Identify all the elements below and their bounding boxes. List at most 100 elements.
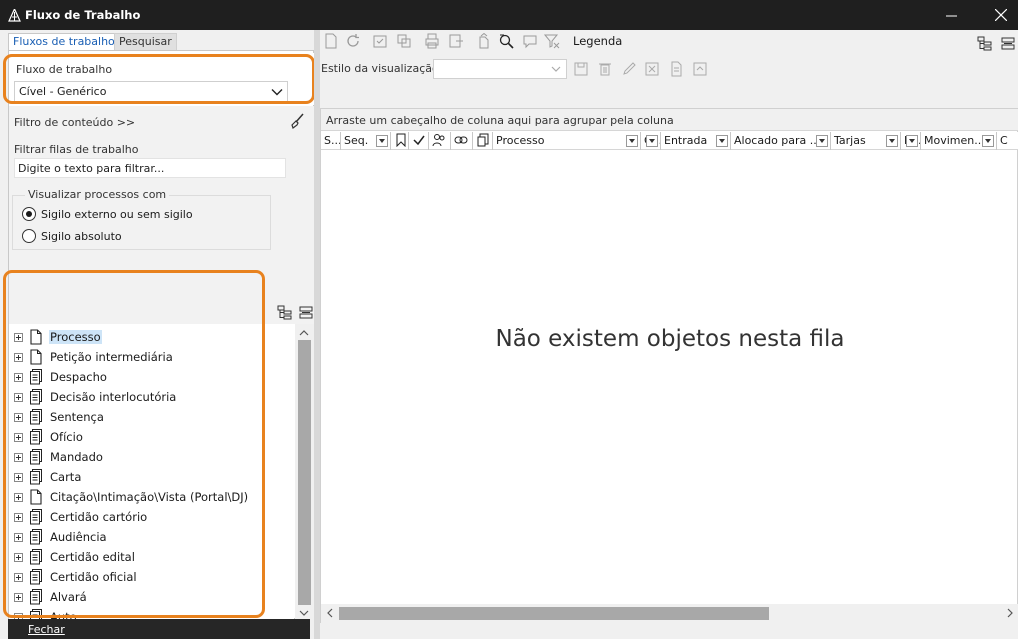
tree-item[interactable]: Alvará [9, 587, 294, 607]
tree-item[interactable]: Sentença [9, 407, 294, 427]
column-filter-dropdown-icon[interactable] [646, 135, 658, 147]
radio-sigilo-absoluto[interactable]: Sigilo absoluto [22, 229, 122, 243]
estilo-dropdown[interactable] [433, 59, 567, 79]
expand-plus-icon[interactable] [14, 453, 23, 462]
column-header[interactable]: Entrada [661, 132, 731, 150]
column-header[interactable] [391, 132, 409, 150]
tree-view-icon[interactable] [277, 305, 293, 321]
column-header[interactable] [409, 132, 429, 150]
expand-plus-icon[interactable] [14, 413, 23, 422]
filter-clear-icon[interactable] [544, 33, 560, 49]
horizontal-scrollbar[interactable] [321, 604, 1018, 623]
tree-item-label: Decisão interlocutória [50, 390, 177, 404]
restore-view-icon[interactable] [692, 61, 708, 77]
expand-plus-icon[interactable] [14, 553, 23, 562]
tree-item[interactable]: Mandado [9, 447, 294, 467]
column-filter-dropdown-icon[interactable] [716, 135, 728, 147]
comment-icon[interactable] [522, 33, 538, 49]
tree-item[interactable]: Certidão oficial [9, 567, 294, 587]
minimize-button[interactable] [928, 0, 974, 30]
column-header[interactable]: Processo [493, 132, 641, 150]
column-header[interactable] [429, 132, 451, 150]
workflow-tree: Processo Petição intermediária Despacho Dec… [9, 324, 294, 620]
radio-button[interactable] [22, 229, 36, 243]
list-view-icon[interactable] [298, 305, 314, 321]
legenda-button[interactable]: Legenda [573, 34, 622, 48]
report-icon[interactable] [668, 61, 684, 77]
document-stack-icon [29, 469, 43, 485]
group-by-area[interactable]: Arraste um cabeçalho de coluna aqui para… [321, 109, 1018, 131]
tree-item[interactable]: Processo [9, 327, 294, 347]
column-header[interactable]: Movimen... [921, 132, 997, 150]
tree-item[interactable]: Despacho [9, 367, 294, 387]
column-header[interactable]: C... [641, 132, 661, 150]
column-filter-dropdown-icon[interactable] [626, 135, 638, 147]
tree-item[interactable]: Certidão cartório [9, 507, 294, 527]
tab-pesquisar[interactable]: Pesquisar [114, 33, 177, 50]
expand-plus-icon[interactable] [14, 473, 23, 482]
column-header[interactable]: Seq. [341, 132, 391, 150]
copy-icon[interactable] [396, 33, 412, 49]
tree-item-label: Citação\Intimação\Vista (Portal\DJ) [50, 490, 249, 504]
document-stack-icon [29, 589, 43, 605]
column-header[interactable] [451, 132, 473, 150]
expand-plus-icon[interactable] [14, 353, 23, 362]
scroll-down-icon [299, 610, 309, 616]
column-filter-dropdown-icon[interactable] [906, 135, 918, 147]
scrollbar-thumb[interactable] [339, 607, 769, 620]
column-filter-dropdown-icon[interactable] [982, 135, 994, 147]
column-filter-dropdown-icon[interactable] [816, 135, 828, 147]
column-filter-dropdown-icon[interactable] [886, 135, 898, 147]
expand-plus-icon[interactable] [14, 333, 23, 342]
scrollbar-thumb[interactable] [298, 340, 311, 605]
expand-plus-icon[interactable] [14, 573, 23, 582]
expand-plus-icon[interactable] [14, 393, 23, 402]
tree-item[interactable]: Certidão edital [9, 547, 294, 567]
expand-plus-icon[interactable] [14, 493, 23, 502]
expand-plus-icon[interactable] [14, 513, 23, 522]
print-icon[interactable] [424, 33, 440, 49]
column-header[interactable]: Alocado para ... [731, 132, 831, 150]
clear-filter-brush-icon[interactable] [289, 113, 305, 129]
radio-sigilo-externo[interactable]: Sigilo externo ou sem sigilo [22, 207, 193, 221]
tree-item[interactable]: Citação\Intimação\Vista (Portal\DJ) [9, 487, 294, 507]
delete-view-icon[interactable] [597, 61, 613, 77]
tree-item[interactable]: Ofício [9, 427, 294, 447]
tree-item[interactable]: Audiência [9, 527, 294, 547]
excel-export-icon[interactable] [644, 61, 660, 77]
tab-fluxos-de-trabalho[interactable]: Fluxos de trabalho [8, 33, 120, 50]
new-document-icon[interactable] [323, 33, 339, 49]
tree-view-icon[interactable] [977, 36, 993, 52]
filtrar-input[interactable] [14, 158, 286, 178]
expand-plus-icon[interactable] [14, 373, 23, 382]
column-header[interactable]: C [997, 132, 1018, 150]
estilo-label: Estilo da visualização [321, 62, 439, 75]
column-header[interactable] [473, 132, 493, 150]
check-in-icon[interactable] [372, 33, 388, 49]
fluxo-dropdown[interactable]: Cível - Genérico [14, 81, 288, 102]
upload-icon[interactable] [476, 33, 492, 49]
tree-item[interactable]: Carta [9, 467, 294, 487]
column-header[interactable]: S... [321, 132, 341, 150]
refresh-icon[interactable] [345, 33, 361, 49]
expand-plus-icon[interactable] [14, 533, 23, 542]
radio-button-checked[interactable] [22, 207, 36, 221]
document-stack-icon [29, 529, 43, 545]
column-header[interactable]: Tarjas [831, 132, 901, 150]
expand-plus-icon[interactable] [14, 593, 23, 602]
search-document-icon[interactable] [498, 33, 514, 49]
filtro-conteudo-link[interactable]: Filtro de conteúdo >> [14, 116, 135, 129]
tree-scrollbar[interactable] [295, 324, 314, 620]
save-view-icon[interactable] [573, 61, 589, 77]
list-view-icon[interactable] [1000, 36, 1016, 52]
close-button[interactable] [978, 0, 1018, 30]
document-stack-icon [29, 409, 43, 425]
column-header[interactable]: E... [901, 132, 921, 150]
column-filter-dropdown-icon[interactable] [376, 135, 388, 147]
edit-view-icon[interactable] [621, 61, 637, 77]
fechar-button[interactable]: Fechar [28, 623, 65, 636]
export-icon[interactable] [448, 33, 464, 49]
tree-item[interactable]: Decisão interlocutória [9, 387, 294, 407]
expand-plus-icon[interactable] [14, 433, 23, 442]
tree-item[interactable]: Petição intermediária [9, 347, 294, 367]
